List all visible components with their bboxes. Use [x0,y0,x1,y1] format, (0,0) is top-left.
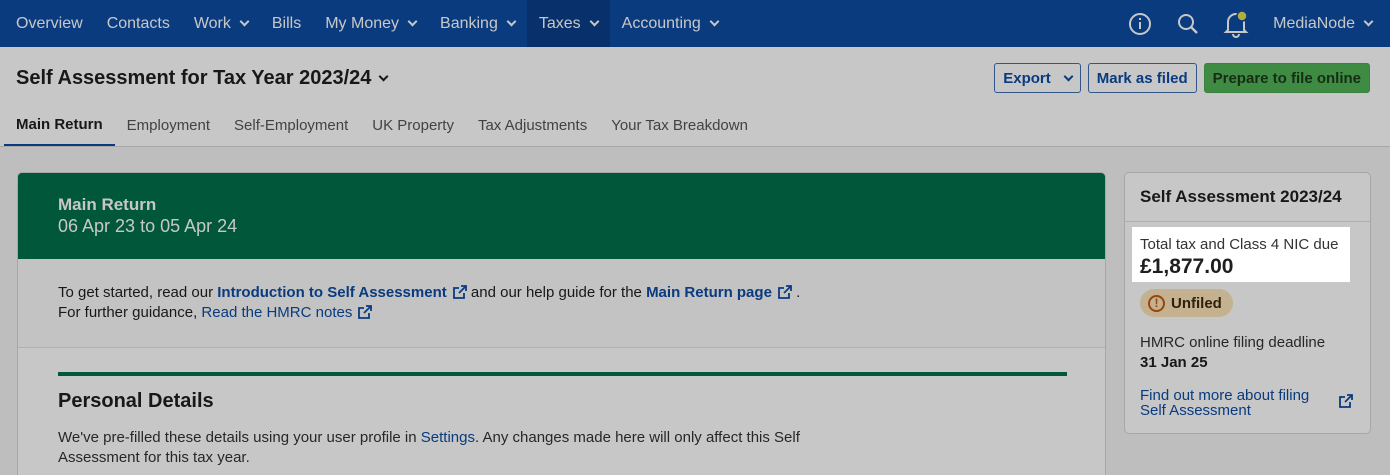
nav-banking-label: Banking [440,14,498,32]
self-assessment-summary-card: Self Assessment 2023/24 ! Unfiled HMRC on… [1124,172,1371,434]
status-badge: ! Unfiled [1140,289,1233,317]
nav-contacts-label: Contacts [106,14,170,32]
main-return-page-link[interactable]: Main Return page [646,284,792,301]
nav-right-tools: MediaNode [1116,0,1390,47]
tab-uk-property[interactable]: UK Property [360,104,466,146]
nav-accounting[interactable]: Accounting [610,0,730,47]
tab-your-tax-breakdown[interactable]: Your Tax Breakdown [599,104,760,146]
nav-bills-label: Bills [271,14,302,32]
intro-text: To get started, read our [58,284,214,301]
nav-taxes[interactable]: Taxes [526,0,610,47]
tab-label: UK Property [372,116,454,134]
tab-main-return[interactable]: Main Return [4,104,115,147]
warning-icon: ! [1148,294,1165,312]
banner-title: Main Return [58,195,157,214]
tab-label: Employment [126,116,211,134]
status-text: Unfiled [1171,294,1222,312]
hmrc-notes-label: Read the HMRC notes [201,304,353,321]
tab-label: Tax Adjustments [477,116,588,134]
notification-bell-icon[interactable] [1223,9,1249,38]
deadline-label: HMRC online filing deadline [1140,334,1326,351]
chevron-down-icon [1363,16,1374,27]
nav-banking[interactable]: Banking [428,0,527,47]
tab-label: Your Tax Breakdown [611,116,748,134]
top-nav: Overview Contacts Work Bills My Money Ba… [0,0,1390,47]
intro-text: and our help guide for the [470,284,642,301]
guidance-line: For further guidance, Read the HMRC note… [58,303,1065,323]
tab-self-employment[interactable]: Self-Employment [222,104,360,146]
nav-work-label: Work [193,14,231,32]
nav-overview[interactable]: Overview [0,0,95,47]
nav-work[interactable]: Work [182,0,260,47]
chevron-down-icon [1063,71,1074,81]
external-link-icon [1339,394,1353,408]
intro-panel: To get started, read our Introduction to… [18,259,1105,348]
guidance-text: For further guidance, [58,304,198,321]
tax-total-highlight: Total tax and Class 4 NIC due £1,877.00 [1132,227,1350,282]
section-text: We've pre-filled these details using you… [58,429,417,446]
section-description: We've pre-filled these details using you… [58,428,818,468]
nav-accounting-label: Accounting [621,14,701,32]
info-icon[interactable] [1127,11,1153,37]
deadline-value: 31 Jan 25 [1140,354,1208,371]
nav-taxes-label: Taxes [538,14,581,32]
export-button[interactable]: Export [994,63,1081,93]
chevron-down-icon [407,16,418,27]
chevron-down-icon [506,16,517,27]
tax-total-value: £1,877.00 [1140,255,1234,278]
header-actions: Export Mark as filed Prepare to file onl… [994,63,1370,93]
external-link-icon [452,285,467,299]
org-switcher[interactable]: MediaNode [1260,15,1390,33]
nav-my-money[interactable]: My Money [313,0,428,47]
tax-total-label: Total tax and Class 4 NIC due [1140,236,1339,253]
tab-tax-adjustments[interactable]: Tax Adjustments [466,104,599,146]
section-title: Personal Details [58,390,214,412]
chevron-down-icon [378,71,389,82]
settings-link[interactable]: Settings [421,429,475,446]
tab-label: Main Return [16,115,103,133]
nav-bills[interactable]: Bills [260,0,313,47]
org-name: MediaNode [1273,14,1355,32]
nav-overview-label: Overview [16,14,83,32]
chevron-down-icon [239,16,250,27]
tab-label: Self-Employment [234,116,349,134]
personal-details-section: Personal Details We've pre-filled these … [18,348,1105,475]
intro-link-label: Introduction to Self Assessment [217,284,447,301]
intro-text: . [796,284,801,301]
summary-title: Self Assessment 2023/24 [1125,173,1370,222]
main-return-banner: Main Return 06 Apr 23 to 05 Apr 24 [18,173,1105,259]
search-icon[interactable] [1175,11,1201,37]
external-link-icon [778,285,792,299]
page-title[interactable]: Self Assessment for Tax Year 2023/24 [16,67,389,90]
return-tabs: Main Return Employment Self-Employment U… [4,104,760,148]
mark-as-filed-button[interactable]: Mark as filed [1087,63,1197,93]
external-link-icon [358,305,373,319]
mark-as-filed-label: Mark as filed [1096,69,1188,87]
prepare-to-file-button[interactable]: Prepare to file online [1203,63,1370,93]
nav-contacts[interactable]: Contacts [95,0,182,47]
banner-dates: 06 Apr 23 to 05 Apr 24 [58,216,238,236]
tab-employment[interactable]: Employment [115,104,222,146]
main-return-link-label: Main Return page [646,284,772,301]
export-button-label: Export [1003,69,1051,87]
chevron-down-icon [589,16,600,27]
chevron-down-icon [709,16,720,27]
section-divider [58,372,1067,376]
page-title-text: Self Assessment for Tax Year 2023/24 [16,67,372,89]
prepare-to-file-label: Prepare to file online [1212,69,1361,87]
nav-my-money-label: My Money [325,14,400,32]
main-return-card: Main Return 06 Apr 23 to 05 Apr 24 To ge… [17,172,1106,475]
hmrc-notes-link[interactable]: Read the HMRC notes [201,304,373,321]
intro-self-assessment-link[interactable]: Introduction to Self Assessment [217,284,467,301]
intro-line: To get started, read our Introduction to… [58,283,1065,303]
filing-info-link[interactable]: Find out more about filing Self Assessme… [1140,388,1325,418]
